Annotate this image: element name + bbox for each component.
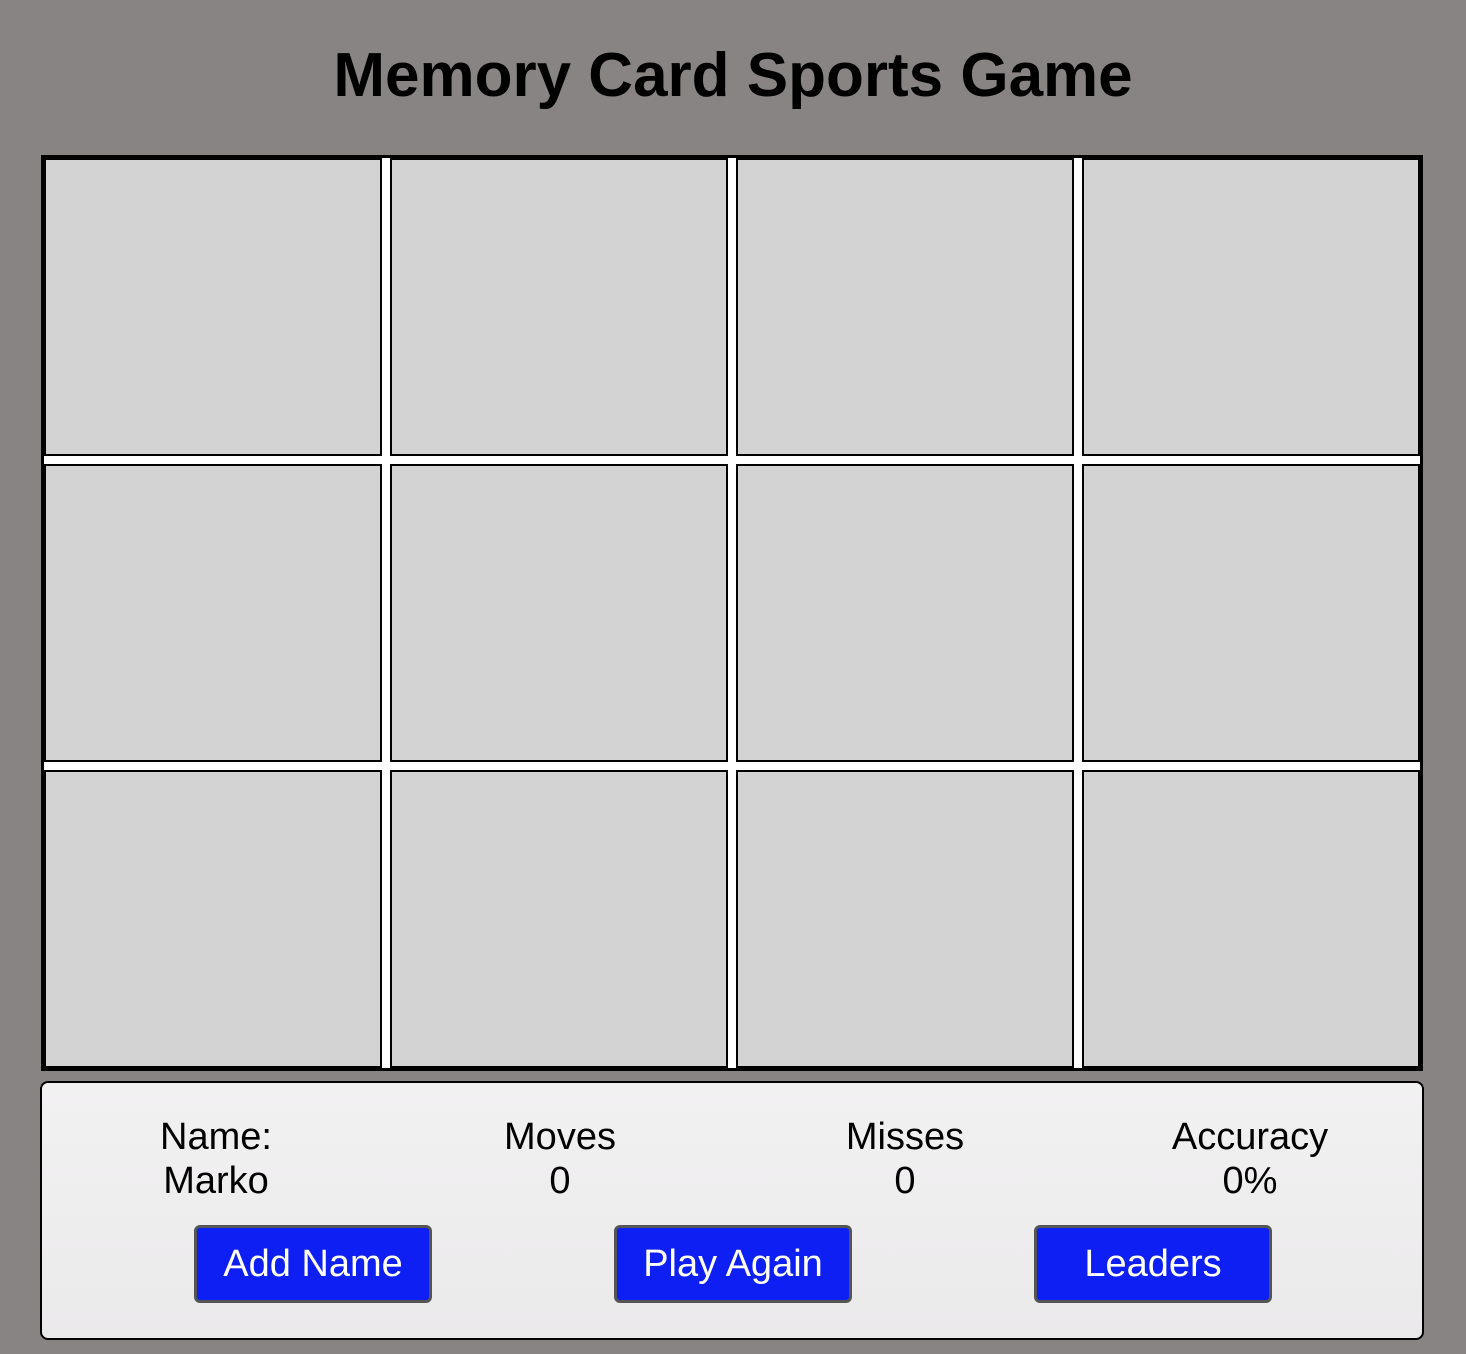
card[interactable] bbox=[44, 770, 382, 1068]
player-name: Marko bbox=[163, 1160, 269, 1202]
misses-stat: Misses 0 bbox=[755, 1115, 1055, 1203]
add-name-button[interactable]: Add Name bbox=[194, 1225, 432, 1303]
accuracy-value: 0% bbox=[1222, 1160, 1278, 1202]
leaders-button[interactable]: Leaders bbox=[1034, 1225, 1272, 1303]
accuracy-stat: Accuracy 0% bbox=[1100, 1115, 1400, 1203]
name-label: Name: bbox=[160, 1116, 272, 1158]
card[interactable] bbox=[44, 158, 382, 456]
page-title: Memory Card Sports Game bbox=[333, 41, 1133, 110]
card[interactable] bbox=[1082, 158, 1420, 456]
card[interactable] bbox=[390, 158, 728, 456]
card[interactable] bbox=[1082, 770, 1420, 1068]
card[interactable] bbox=[1082, 464, 1420, 762]
name-stat: Name: Marko bbox=[66, 1115, 366, 1203]
score-panel: Name: Marko Moves 0 Misses 0 Accuracy 0%… bbox=[40, 1081, 1424, 1340]
play-again-button[interactable]: Play Again bbox=[614, 1225, 852, 1303]
moves-stat: Moves 0 bbox=[410, 1115, 710, 1203]
card[interactable] bbox=[390, 770, 728, 1068]
card-board bbox=[41, 155, 1423, 1071]
misses-value: 0 bbox=[894, 1160, 916, 1202]
misses-label: Misses bbox=[845, 1116, 965, 1158]
card[interactable] bbox=[736, 464, 1074, 762]
card[interactable] bbox=[44, 464, 382, 762]
accuracy-label: Accuracy bbox=[1171, 1116, 1329, 1158]
card[interactable] bbox=[390, 464, 728, 762]
card[interactable] bbox=[736, 158, 1074, 456]
moves-value: 0 bbox=[549, 1160, 571, 1202]
moves-label: Moves bbox=[504, 1116, 616, 1158]
card[interactable] bbox=[736, 770, 1074, 1068]
